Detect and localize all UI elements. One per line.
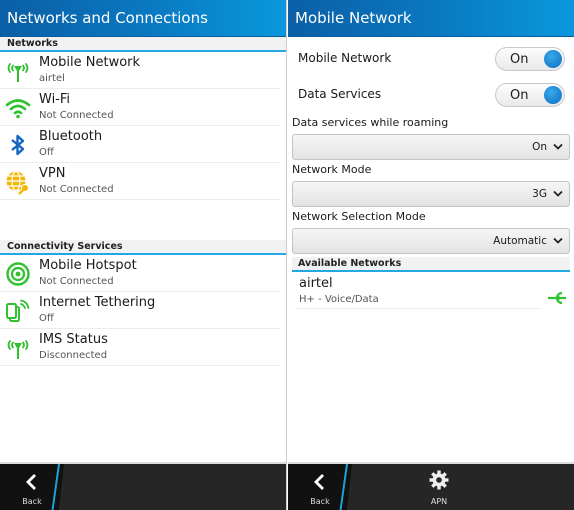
section-header-connectivity-services: Connectivity Services [0, 240, 286, 255]
cell-tower-icon [7, 340, 29, 359]
roaming-dropdown[interactable]: On [292, 134, 570, 160]
item-subtitle: Off [39, 313, 54, 324]
list-item-internet-tethering[interactable]: Internet Tethering Off [0, 292, 280, 329]
dropdown-value: Automatic [493, 235, 547, 247]
list-item-ims-status[interactable]: IMS Status Disconnected [0, 329, 280, 366]
vpn-globe-key-icon [6, 170, 29, 195]
item-subtitle: Not Connected [39, 184, 114, 195]
network-selection-mode-dropdown[interactable]: Automatic [292, 228, 570, 254]
item-subtitle: Not Connected [39, 276, 114, 287]
list-item-mobile-network[interactable]: Mobile Network airtel [0, 52, 280, 89]
chevron-down-icon [553, 143, 563, 150]
page-title: Mobile Network [288, 0, 574, 37]
item-title: Mobile Hotspot [39, 258, 137, 273]
toggle-knob [544, 86, 562, 104]
hotspot-icon [6, 262, 30, 286]
item-subtitle: Not Connected [39, 110, 114, 121]
list-item-wifi[interactable]: Wi-Fi Not Connected [0, 89, 280, 126]
section-header-networks: Networks [0, 37, 286, 52]
cell-tower-icon [7, 63, 29, 82]
item-title: Bluetooth [39, 129, 103, 144]
apn-label: APN [430, 497, 448, 506]
item-subtitle: airtel [39, 73, 65, 84]
toggle-row-data-services: Data Services On [288, 77, 574, 113]
apn-button[interactable]: APN [414, 464, 464, 510]
chevron-down-icon [553, 190, 563, 197]
item-title: VPN [39, 166, 66, 181]
item-subtitle: Disconnected [39, 350, 108, 361]
dropdown-value: 3G [532, 188, 547, 200]
wifi-icon [5, 99, 31, 119]
list-item-bluetooth[interactable]: Bluetooth Off [0, 126, 280, 163]
toggle-knob [544, 50, 562, 68]
chevron-left-icon [314, 474, 324, 490]
toggle-row-mobile-network: Mobile Network On [288, 41, 574, 77]
connected-plug-icon [548, 291, 566, 305]
list-item-vpn[interactable]: VPN Not Connected [0, 163, 280, 200]
bluetooth-icon [11, 134, 25, 156]
action-bar: Back [0, 462, 286, 510]
mobile-network-screen: Mobile Network Mobile Network On Data Se… [288, 0, 574, 510]
network-list-item[interactable]: airtel H+ - Voice/Data [297, 272, 540, 309]
section-header-available-networks: Available Networks [292, 257, 570, 272]
toggle-label: Mobile Network [298, 51, 392, 65]
dropdown-value: On [532, 141, 547, 153]
chevron-down-icon [553, 237, 563, 244]
item-title: Wi-Fi [39, 92, 71, 107]
item-title: Internet Tethering [39, 295, 156, 310]
item-subtitle: Off [39, 147, 54, 158]
list-item-mobile-hotspot[interactable]: Mobile Hotspot Not Connected [0, 255, 280, 292]
gear-icon [429, 470, 449, 490]
data-services-toggle[interactable]: On [495, 83, 565, 107]
toggle-label: Data Services [298, 87, 382, 101]
roaming-label: Data services while roaming [292, 116, 449, 129]
network-selection-mode-label: Network Selection Mode [292, 210, 426, 223]
network-mode-label: Network Mode [292, 163, 372, 176]
action-bar: Back APN [288, 462, 574, 510]
mobile-network-toggle[interactable]: On [495, 47, 565, 71]
tethering-icon [6, 299, 30, 322]
network-detail: H+ - Voice/Data [299, 294, 379, 305]
page-title: Networks and Connections [0, 0, 286, 37]
item-title: IMS Status [39, 332, 108, 347]
item-title: Mobile Network [39, 55, 141, 70]
toggle-state: On [510, 88, 529, 103]
networks-and-connections-screen: Networks and Connections Networks Mobile… [0, 0, 287, 510]
network-name: airtel [299, 276, 333, 291]
network-mode-dropdown[interactable]: 3G [292, 181, 570, 207]
chevron-left-icon [26, 474, 36, 490]
toggle-state: On [510, 52, 529, 67]
